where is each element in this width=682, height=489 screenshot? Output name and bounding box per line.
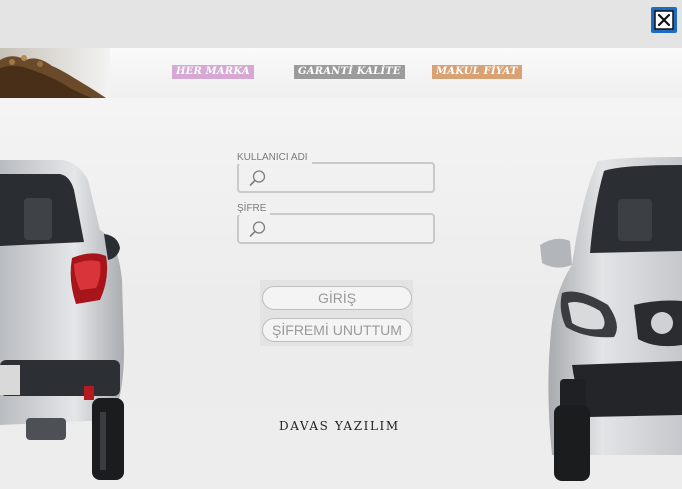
car-front-image bbox=[540, 157, 682, 481]
password-label: ŞİFRE bbox=[237, 203, 271, 215]
search-icon bbox=[249, 221, 266, 237]
forgot-password-button[interactable]: ŞİFREMİ UNUTTUM bbox=[262, 318, 412, 342]
badge-her-marka: HER MARKA bbox=[172, 65, 254, 79]
brand-text: DAVAS YAZILIM bbox=[279, 419, 400, 433]
username-label: KULLANICI ADI bbox=[237, 152, 312, 164]
landscape-image bbox=[0, 48, 110, 98]
close-button[interactable] bbox=[651, 7, 677, 33]
username-input[interactable] bbox=[273, 168, 428, 188]
button-panel: GİRİŞ ŞİFREMİ UNUTTUM bbox=[260, 280, 413, 346]
username-field-box[interactable] bbox=[237, 162, 435, 193]
badge-garanti-kalite: GARANTİ KALİTE bbox=[294, 65, 405, 79]
promo-banner: HER MARKA GARANTİ KALİTE MAKUL FİYAT bbox=[0, 48, 682, 98]
car-rear-image bbox=[0, 160, 124, 480]
search-icon bbox=[249, 170, 266, 186]
title-bar bbox=[0, 0, 682, 48]
password-input[interactable] bbox=[273, 219, 428, 239]
login-button[interactable]: GİRİŞ bbox=[262, 286, 412, 310]
close-icon bbox=[654, 10, 674, 30]
badge-makul-fiyat: MAKUL FİYAT bbox=[432, 65, 522, 79]
password-field-box[interactable] bbox=[237, 213, 435, 244]
